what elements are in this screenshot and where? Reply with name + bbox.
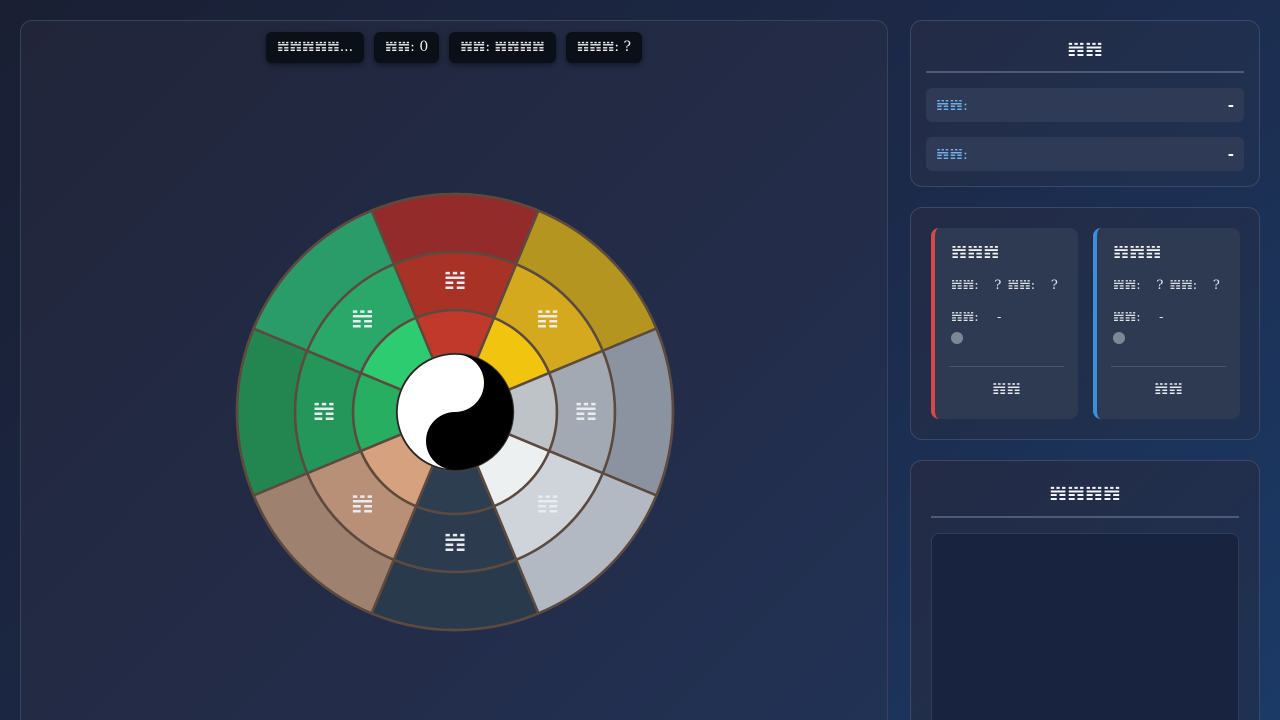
trigram-label: 𝍀: [443, 528, 466, 558]
info-row-1-label: 𝍀𝍀:: [936, 96, 968, 114]
player-card-red: 𝍀𝍀𝍀 𝍀𝍀: ? 𝍀𝍀: ? 𝍀𝍀: - 𝍀𝍀: [931, 228, 1078, 419]
stat-label: 𝍀𝍀:: [1007, 278, 1036, 293]
trigram-label: 𝍀: [536, 304, 559, 334]
turn-counter: 𝍀𝍀: 0: [374, 32, 440, 63]
stat-value: ?: [994, 278, 1002, 293]
info-row-1-value: -: [1227, 96, 1234, 114]
player-action-button[interactable]: 𝍀𝍀: [1111, 366, 1226, 419]
stat-value: -: [1159, 310, 1164, 325]
stat-label: 𝍀𝍀:: [1113, 310, 1141, 325]
info-row-2-label: 𝍀𝍀:: [936, 145, 968, 163]
current-player-indicator: 𝍀𝍀𝍀: ?: [565, 32, 643, 63]
yin-yang-icon: [396, 353, 514, 471]
bagua-wheel[interactable]: 𝍀 𝍀 𝍀 𝍀 𝍀 𝍀 𝍀 𝍀: [215, 172, 695, 652]
log-title: 𝍀𝍀𝍀𝍀: [931, 461, 1239, 518]
stat-label: 𝍀𝍀:: [1169, 278, 1198, 293]
info-title: 𝍀𝍀: [926, 21, 1244, 73]
info-row-2-value: -: [1227, 145, 1234, 163]
player-card-blue: 𝍀𝍀𝍀 𝍀𝍀: ? 𝍀𝍀: ? 𝍀𝍀: - 𝍀𝍀: [1093, 228, 1240, 419]
trigram-label: 𝍀: [443, 266, 466, 296]
player-stats-row: 𝍀𝍀: ? 𝍀𝍀: ?: [951, 270, 1064, 302]
player-stats-row: 𝍀𝍀: -: [1113, 302, 1226, 334]
info-card: 𝍀𝍀 𝍀𝍀: - 𝍀𝍀: -: [910, 20, 1260, 187]
trigram-label: 𝍀: [351, 490, 374, 520]
log-list[interactable]: [931, 533, 1239, 720]
trigram-label: 𝍀: [574, 397, 597, 427]
trigram-label: 𝍀: [536, 490, 559, 520]
player-name: 𝍀𝍀𝍀: [1113, 242, 1162, 263]
info-row-1: 𝍀𝍀: -: [926, 88, 1244, 122]
player-stats-row: 𝍀𝍀: -: [951, 302, 1064, 334]
stat-value: ?: [1212, 278, 1220, 293]
player-action-button[interactable]: 𝍀𝍀: [949, 366, 1064, 419]
player-stats-row: 𝍀𝍀: ? 𝍀𝍀: ?: [1113, 270, 1226, 302]
info-row-2: 𝍀𝍀: -: [926, 137, 1244, 171]
log-card: 𝍀𝍀𝍀𝍀: [910, 460, 1260, 720]
stat-value: ?: [1156, 278, 1164, 293]
stat-value: ?: [1050, 278, 1058, 293]
trigram-label: 𝍀: [312, 397, 335, 427]
player-name: 𝍀𝍀𝍀: [951, 242, 1000, 263]
trigram-label: 𝍀: [351, 304, 374, 334]
stat-value: -: [997, 310, 1002, 325]
status-message: 𝍀𝍀𝍀𝍀𝍀...: [265, 32, 365, 63]
stat-label: 𝍀𝍀:: [951, 310, 979, 325]
players-card: 𝍀𝍀𝍀 𝍀𝍀: ? 𝍀𝍀: ? 𝍀𝍀: - 𝍀𝍀 𝍀𝍀𝍀 𝍀𝍀: ? 𝍀𝍀: ?…: [910, 207, 1260, 440]
phase-indicator: 𝍀𝍀: 𝍀𝍀𝍀𝍀: [449, 32, 556, 63]
stat-label: 𝍀𝍀:: [1113, 278, 1141, 293]
status-bar: 𝍀𝍀𝍀𝍀𝍀... 𝍀𝍀: 0 𝍀𝍀: 𝍀𝍀𝍀𝍀 𝍀𝍀𝍀: ?: [21, 32, 887, 63]
stat-label: 𝍀𝍀:: [951, 278, 979, 293]
